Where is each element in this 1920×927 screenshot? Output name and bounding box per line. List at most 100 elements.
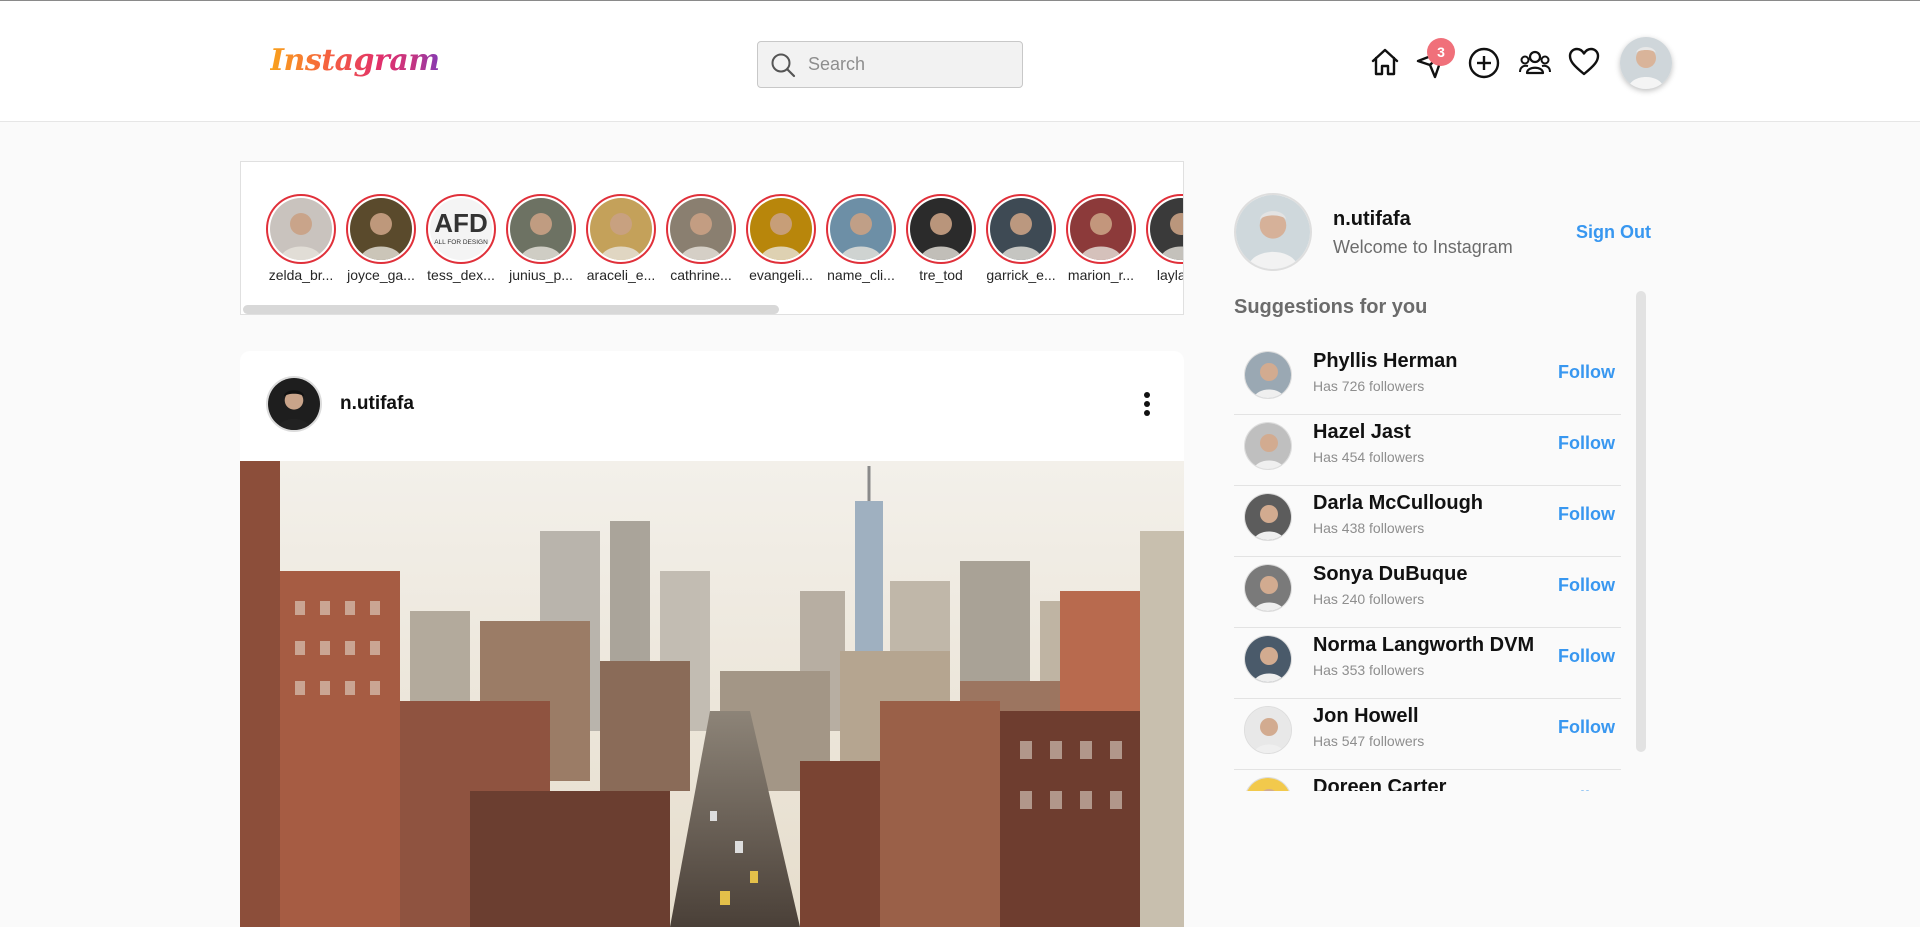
story-item[interactable]: tre_tod bbox=[905, 194, 977, 283]
post-image[interactable] bbox=[240, 461, 1184, 927]
story-avatar bbox=[1070, 198, 1132, 260]
suggestion-name[interactable]: Jon Howell bbox=[1313, 705, 1419, 728]
suggestion-avatar[interactable] bbox=[1244, 564, 1292, 612]
story-item[interactable]: name_cli... bbox=[825, 194, 897, 283]
suggestion-name[interactable]: Norma Langworth DVM bbox=[1313, 634, 1534, 657]
suggestion-name[interactable]: Darla McCullough bbox=[1313, 492, 1483, 515]
story-ring bbox=[906, 194, 976, 264]
follow-button[interactable]: Follow bbox=[1558, 504, 1615, 525]
story-avatar bbox=[910, 198, 972, 260]
story-avatar bbox=[350, 198, 412, 260]
story-ring: AFD ALL FOR DESIGN bbox=[426, 194, 496, 264]
stories-scrollbar[interactable] bbox=[243, 305, 779, 314]
story-item[interactable]: marion_r... bbox=[1065, 194, 1137, 283]
suggestion-item: Jon Howell Has 547 followers Follow bbox=[1234, 698, 1621, 770]
suggestion-followers: Has 353 followers bbox=[1313, 662, 1425, 678]
notification-badge: 3 bbox=[1427, 38, 1455, 66]
story-avatar bbox=[830, 198, 892, 260]
story-username: cathrine... bbox=[670, 267, 732, 283]
suggestion-avatar[interactable] bbox=[1244, 351, 1292, 399]
story-item[interactable]: araceli_e... bbox=[585, 194, 657, 283]
story-ring bbox=[346, 194, 416, 264]
post-author-avatar[interactable] bbox=[266, 376, 322, 432]
more-options-icon[interactable] bbox=[1136, 389, 1158, 419]
story-avatar bbox=[670, 198, 732, 260]
story-item[interactable]: joyce_ga... bbox=[345, 194, 417, 283]
story-username: evangeli... bbox=[749, 267, 813, 283]
suggestion-followers: Has 454 followers bbox=[1313, 449, 1425, 465]
story-username: name_cli... bbox=[827, 267, 895, 283]
suggestion-avatar[interactable] bbox=[1244, 422, 1292, 470]
story-item[interactable]: evangeli... bbox=[745, 194, 817, 283]
story-item[interactable]: junius_p... bbox=[505, 194, 577, 283]
search-box[interactable] bbox=[757, 41, 1023, 88]
story-avatar bbox=[510, 198, 572, 260]
story-username: zelda_br... bbox=[268, 267, 334, 283]
people-icon[interactable] bbox=[1518, 46, 1552, 80]
suggestion-followers: Has 547 followers bbox=[1313, 733, 1425, 749]
heart-icon[interactable] bbox=[1567, 45, 1601, 79]
suggestion-followers: Has 726 followers bbox=[1313, 378, 1425, 394]
story-username: junius_p... bbox=[509, 267, 573, 283]
story-avatar bbox=[990, 198, 1052, 260]
suggestion-avatar[interactable] bbox=[1244, 706, 1292, 754]
suggestion-name[interactable]: Doreen Carter bbox=[1313, 776, 1446, 791]
follow-button[interactable]: Follow bbox=[1558, 717, 1615, 738]
sign-out-button[interactable]: Sign Out bbox=[1576, 222, 1651, 243]
story-username: garrick_e... bbox=[986, 267, 1056, 283]
home-icon[interactable] bbox=[1368, 45, 1402, 79]
story-avatar bbox=[590, 198, 652, 260]
suggestions-heading: Suggestions for you bbox=[1234, 296, 1428, 318]
welcome-text: Welcome to Instagram bbox=[1333, 237, 1513, 257]
story-avatar bbox=[750, 198, 812, 260]
follow-button[interactable]: Follow bbox=[1558, 788, 1615, 791]
suggestion-followers: Has 240 followers bbox=[1313, 591, 1425, 607]
instagram-logo[interactable]: Instagram bbox=[270, 43, 440, 78]
suggestions-scrollbar[interactable] bbox=[1636, 291, 1646, 752]
feed-post: n.utifafa bbox=[240, 351, 1184, 927]
story-username: layla_... bbox=[1156, 267, 1183, 283]
current-user-username[interactable]: n.utifafa bbox=[1333, 208, 1411, 231]
story-item[interactable]: AFD ALL FOR DESIGN tess_dex... bbox=[425, 194, 497, 283]
story-username: joyce_ga... bbox=[347, 267, 415, 283]
profile-avatar[interactable] bbox=[1620, 37, 1672, 89]
story-username: marion_r... bbox=[1067, 267, 1135, 283]
suggestion-avatar[interactable] bbox=[1244, 635, 1292, 683]
suggestion-name[interactable]: Phyllis Herman bbox=[1313, 350, 1458, 373]
story-badge-text: AFD bbox=[434, 208, 487, 238]
post-author-username[interactable]: n.utifafa bbox=[340, 393, 414, 415]
search-input[interactable] bbox=[808, 42, 1013, 87]
story-ring bbox=[1066, 194, 1136, 264]
search-icon bbox=[771, 53, 796, 78]
suggestions-list: Phyllis Herman Has 726 followers Follow Haz… bbox=[1234, 343, 1621, 791]
add-post-icon[interactable] bbox=[1467, 46, 1501, 80]
suggestion-name[interactable]: Hazel Jast bbox=[1313, 421, 1411, 444]
follow-button[interactable]: Follow bbox=[1558, 433, 1615, 454]
story-ring bbox=[746, 194, 816, 264]
current-user-avatar[interactable] bbox=[1234, 193, 1312, 271]
suggestion-item: Norma Langworth DVM Has 353 followers Foll… bbox=[1234, 627, 1621, 699]
story-item[interactable]: layla_... bbox=[1145, 194, 1183, 283]
top-navigation-bar: Instagram 3 bbox=[0, 0, 1920, 122]
story-badge-subtext: ALL FOR DESIGN bbox=[434, 239, 488, 246]
follow-button[interactable]: Follow bbox=[1558, 646, 1615, 667]
story-ring bbox=[666, 194, 736, 264]
follow-button[interactable]: Follow bbox=[1558, 575, 1615, 596]
story-ring bbox=[1146, 194, 1183, 264]
suggestion-item: Phyllis Herman Has 726 followers Follow bbox=[1234, 343, 1621, 415]
suggestion-name[interactable]: Sonya DuBuque bbox=[1313, 563, 1467, 586]
story-item[interactable]: cathrine... bbox=[665, 194, 737, 283]
story-ring bbox=[826, 194, 896, 264]
story-avatar: AFD ALL FOR DESIGN bbox=[430, 198, 492, 260]
story-ring bbox=[506, 194, 576, 264]
suggestion-avatar[interactable] bbox=[1244, 777, 1292, 791]
story-item[interactable]: garrick_e... bbox=[985, 194, 1057, 283]
suggestion-item: Darla McCullough Has 438 followers Follow bbox=[1234, 485, 1621, 557]
story-username: tess_dex... bbox=[427, 267, 495, 283]
follow-button[interactable]: Follow bbox=[1558, 362, 1615, 383]
stories-bar: zelda_br... joyce_ga... AFD ALL FOR DESIGN t… bbox=[240, 161, 1184, 315]
story-item[interactable]: zelda_br... bbox=[265, 194, 337, 283]
suggestion-item: Doreen Carter Follow bbox=[1234, 769, 1621, 791]
suggestion-avatar[interactable] bbox=[1244, 493, 1292, 541]
story-avatar bbox=[1150, 198, 1183, 260]
